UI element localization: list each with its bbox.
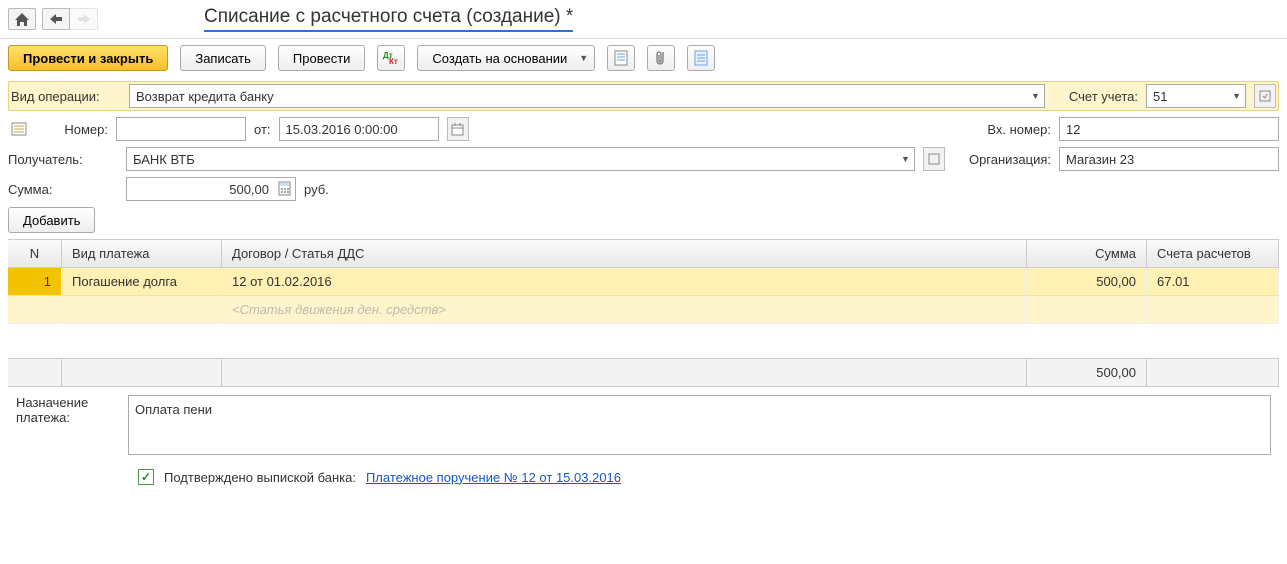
save-button[interactable]: Записать [180, 45, 266, 71]
incoming-number-input[interactable]: 12 [1059, 117, 1279, 141]
recipient-label: Получатель: [8, 152, 118, 167]
cell-dds-placeholder[interactable]: <Статья движения ден. средств> [222, 296, 1027, 324]
organization-input[interactable]: Магазин 23 [1059, 147, 1279, 171]
from-label: от: [254, 122, 271, 137]
create-based-on-button[interactable]: Создать на основании ▼ [417, 45, 595, 71]
account-select[interactable]: 51 ▼ [1146, 84, 1246, 108]
amount-row: Сумма: 500,00 руб. [8, 177, 1279, 201]
report-button[interactable] [607, 45, 635, 71]
cell-acct: 67.01 [1147, 268, 1279, 296]
debit-credit-button[interactable]: ДтКт [377, 45, 405, 71]
cell-n: 1 [8, 268, 62, 296]
col-acct-header[interactable]: Счета расчетов [1147, 240, 1279, 267]
document-icon [8, 117, 30, 141]
confirmation-row: ✓ Подтверждено выпиской банка: Платежное… [8, 463, 1279, 495]
operation-type-row: Вид операции: Возврат кредита банку ▼ Сч… [8, 81, 1279, 111]
cell-payment-type: Погашение долга [62, 268, 222, 296]
add-button[interactable]: Добавить [8, 207, 95, 233]
amount-label: Сумма: [8, 182, 118, 197]
table-row[interactable]: 1 Погашение долга 12 от 01.02.2016 500,0… [8, 268, 1279, 296]
payment-purpose-input[interactable]: Оплата пени [128, 395, 1271, 455]
post-button[interactable]: Провести [278, 45, 366, 71]
svg-text:Кт: Кт [389, 57, 398, 65]
operation-type-label: Вид операции: [11, 89, 121, 104]
create-based-on-label: Создать на основании [432, 51, 567, 66]
amount-input[interactable]: 500,00 [126, 177, 296, 201]
topbar: Списание с расчетного счета (создание) * [0, 0, 1287, 39]
chevron-down-icon: ▼ [1232, 91, 1241, 101]
account-value: 51 [1153, 89, 1167, 104]
organization-label: Организация: [969, 152, 1051, 167]
operation-type-select[interactable]: Возврат кредита банку ▼ [129, 84, 1045, 108]
payments-table: N Вид платежа Договор / Статья ДДС Сумма… [8, 239, 1279, 387]
list-button[interactable] [687, 45, 715, 71]
table-totals: 500,00 [8, 358, 1279, 387]
payment-order-link[interactable]: Платежное поручение № 12 от 15.03.2016 [366, 470, 621, 485]
add-row: Добавить [8, 207, 1279, 233]
recipient-open-button[interactable] [923, 147, 945, 171]
back-button[interactable] [42, 8, 70, 30]
operation-type-value: Возврат кредита банку [136, 89, 274, 104]
calculator-icon[interactable] [278, 181, 291, 196]
home-button[interactable] [8, 8, 36, 30]
col-contract-header[interactable]: Договор / Статья ДДС [222, 240, 1027, 267]
form-area: Вид операции: Возврат кредита банку ▼ Сч… [0, 77, 1287, 499]
date-value: 15.03.2016 0:00:00 [286, 122, 398, 137]
total-sum: 500,00 [1027, 359, 1147, 386]
chevron-down-icon: ▼ [579, 53, 588, 63]
account-open-button[interactable] [1254, 84, 1276, 108]
account-label: Счет учета: [1069, 89, 1138, 104]
confirmed-label: Подтверждено выпиской банка: [164, 470, 356, 485]
payment-purpose-label: Назначение платежа: [16, 395, 116, 455]
chevron-down-icon: ▼ [901, 154, 910, 164]
toolbar: Провести и закрыть Записать Провести ДтК… [0, 39, 1287, 77]
calendar-button[interactable] [447, 117, 469, 141]
incoming-number-label: Вх. номер: [987, 122, 1051, 137]
col-n-header[interactable]: N [8, 240, 62, 267]
currency-label: руб. [304, 182, 329, 197]
payment-purpose-row: Назначение платежа: Оплата пени [8, 387, 1279, 463]
attach-button[interactable] [647, 45, 675, 71]
table-header: N Вид платежа Договор / Статья ДДС Сумма… [8, 240, 1279, 268]
number-label: Номер: [38, 122, 108, 137]
post-and-close-button[interactable]: Провести и закрыть [8, 45, 168, 71]
page-title: Списание с расчетного счета (создание) * [204, 6, 573, 32]
number-row: Номер: от: 15.03.2016 0:00:00 Вх. номер:… [8, 117, 1279, 141]
confirmed-checkbox[interactable]: ✓ [138, 469, 154, 485]
recipient-row: Получатель: БАНК ВТБ ▼ Организация: Мага… [8, 147, 1279, 171]
forward-button [70, 8, 98, 30]
chevron-down-icon: ▼ [1031, 91, 1040, 101]
number-input[interactable] [116, 117, 246, 141]
recipient-value: БАНК ВТБ [133, 152, 195, 167]
col-sum-header[interactable]: Сумма [1027, 240, 1147, 267]
cell-sum: 500,00 [1027, 268, 1147, 296]
date-input[interactable]: 15.03.2016 0:00:00 [279, 117, 439, 141]
table-row-sub[interactable]: <Статья движения ден. средств> [8, 296, 1279, 324]
col-type-header[interactable]: Вид платежа [62, 240, 222, 267]
amount-value: 500,00 [133, 182, 269, 197]
recipient-select[interactable]: БАНК ВТБ ▼ [126, 147, 915, 171]
cell-contract: 12 от 01.02.2016 [222, 268, 1027, 296]
